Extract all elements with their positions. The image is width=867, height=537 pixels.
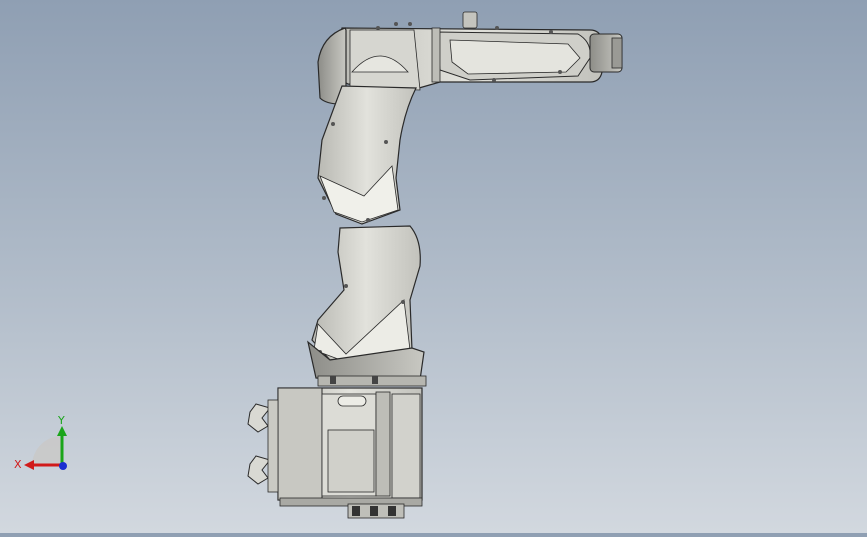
x-axis-label: X: [14, 458, 22, 471]
axis-triad: Y X: [14, 414, 67, 471]
upper-link: [317, 85, 417, 225]
x-axis-arrow: [24, 460, 34, 470]
y-axis-arrow: [57, 426, 67, 436]
y-axis-label: Y: [57, 414, 65, 427]
z-axis-dot: [59, 462, 67, 470]
lower-link: [311, 225, 421, 363]
robot-base: [247, 387, 423, 519]
robot-arm-model[interactable]: [0, 0, 867, 533]
3d-viewport[interactable]: Y X: [0, 0, 867, 533]
